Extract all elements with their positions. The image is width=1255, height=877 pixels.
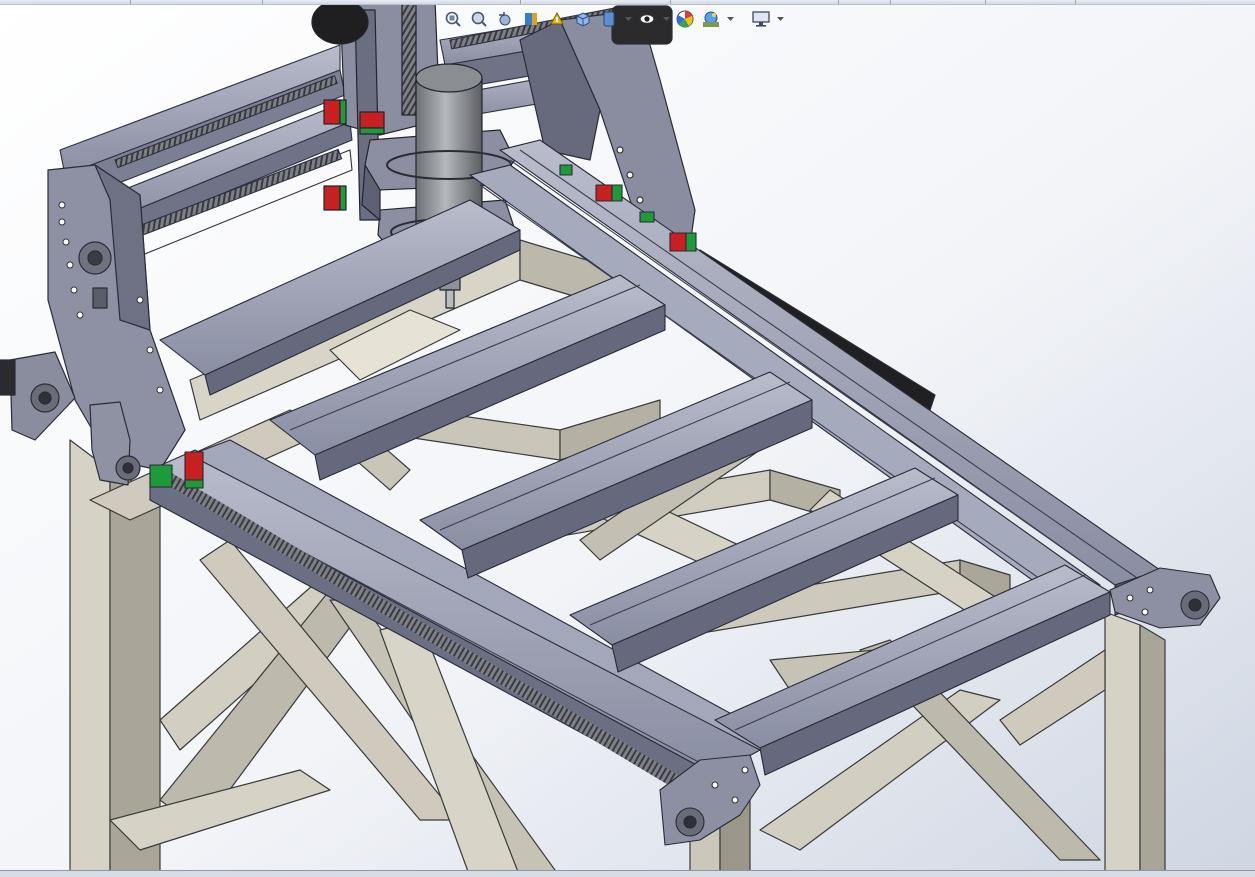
cnc-router-assembly-model[interactable]	[0, 0, 1255, 877]
display-style-dropdown-icon[interactable]	[624, 8, 632, 30]
view-settings-dropdown-icon[interactable]	[776, 8, 784, 30]
previous-view-icon[interactable]	[494, 8, 516, 30]
hide-show-dropdown-icon[interactable]	[662, 8, 670, 30]
heads-up-view-toolbar	[442, 6, 784, 32]
apply-scene-dropdown-icon[interactable]	[726, 8, 734, 30]
view-settings-icon[interactable]	[750, 8, 772, 30]
apply-scene-icon[interactable]	[700, 8, 722, 30]
window-top-edge	[0, 0, 1255, 5]
dynamic-annotation-views-icon[interactable]	[546, 8, 568, 30]
view-orientation-icon[interactable]	[572, 8, 594, 30]
zoom-to-fit-icon[interactable]	[442, 8, 464, 30]
display-style-icon[interactable]	[598, 8, 620, 30]
graphics-viewport[interactable]	[0, 0, 1255, 877]
hide-show-items-icon[interactable]	[636, 8, 658, 30]
zoom-to-area-icon[interactable]	[468, 8, 490, 30]
section-view-icon[interactable]	[520, 8, 542, 30]
window-bottom-edge	[0, 870, 1255, 877]
edit-appearance-icon[interactable]	[674, 8, 696, 30]
